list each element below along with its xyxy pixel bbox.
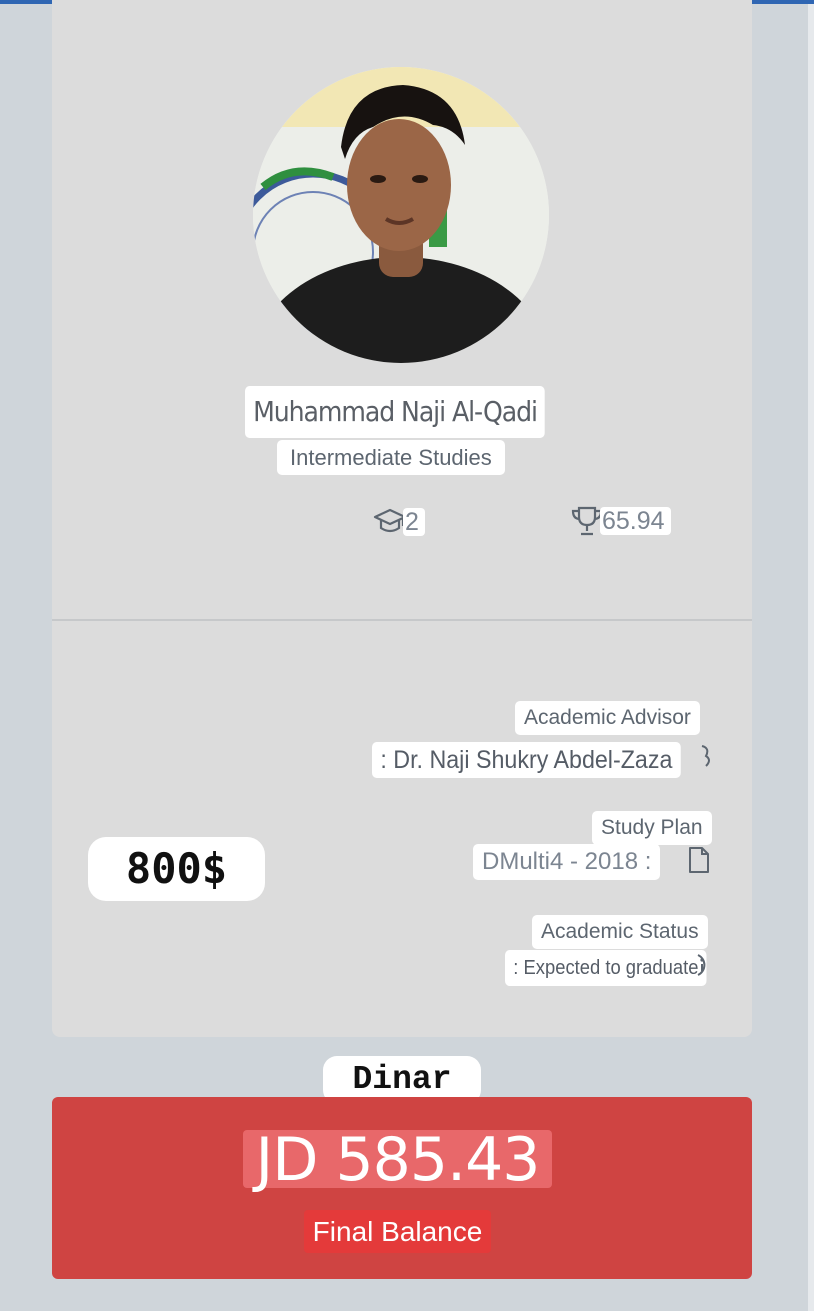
graduation-cap-icon bbox=[373, 507, 407, 537]
study-plan-value: DMulti4 - 2018 : bbox=[473, 844, 661, 880]
avatar[interactable] bbox=[253, 67, 549, 363]
status-label: Academic Status bbox=[532, 915, 708, 949]
level-value: 2 bbox=[403, 508, 425, 536]
gpa-value: 65.94 bbox=[600, 507, 671, 535]
gpa-stat: 65.94 bbox=[570, 505, 671, 537]
amount-label: 800$ bbox=[88, 837, 265, 901]
status-value: : Expected to graduate bbox=[505, 950, 707, 986]
balance-amount: JD 585.43 bbox=[243, 1130, 552, 1190]
level-stat: 2 bbox=[373, 507, 425, 537]
program-name: Intermediate Studies bbox=[277, 440, 505, 475]
advisor-value: : Dr. Naji Shukry Abdel-Zaza bbox=[372, 742, 681, 778]
scroll-edge bbox=[808, 4, 814, 1311]
info-icon bbox=[694, 952, 716, 983]
study-plan-label: Study Plan bbox=[592, 811, 712, 845]
document-icon bbox=[688, 846, 710, 879]
balance-label: Final Balance bbox=[304, 1210, 491, 1253]
advisor-label: Academic Advisor bbox=[515, 701, 700, 735]
trophy-icon bbox=[570, 505, 604, 537]
student-name: Muhammad Naji Al-Qadi bbox=[245, 386, 546, 438]
card-divider bbox=[52, 619, 752, 621]
user-icon bbox=[700, 742, 716, 777]
